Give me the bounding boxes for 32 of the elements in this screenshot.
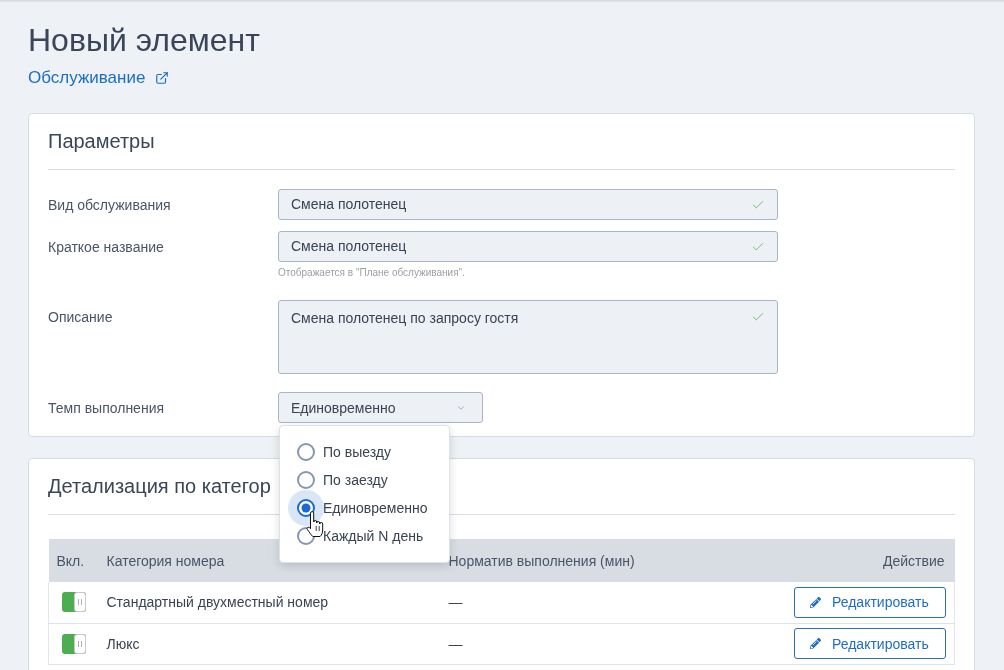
card-title: Детализация по категор bbox=[48, 474, 271, 498]
column-header: Вкл. bbox=[56, 552, 85, 569]
radio-option[interactable]: По заезду bbox=[280, 466, 449, 494]
column-header: Норматив выполнения (мин) bbox=[448, 552, 635, 569]
radio-option[interactable]: Единовременно bbox=[280, 494, 449, 522]
select-field[interactable]: Единовременно bbox=[278, 392, 483, 423]
service-link[interactable]: Обслуживание bbox=[28, 68, 170, 88]
hand-pointer-icon bbox=[306, 511, 324, 538]
external-link-icon bbox=[155, 71, 170, 85]
edit-button[interactable]: Редактировать bbox=[794, 628, 946, 659]
card-title: Параметры bbox=[48, 129, 155, 153]
field-label: Описание bbox=[48, 309, 113, 325]
field-label: Краткое название bbox=[48, 239, 164, 255]
input-field[interactable]: Смена полотенец bbox=[278, 189, 778, 220]
table-cell: — bbox=[448, 594, 463, 611]
textarea-field[interactable]: Смена полотенец по запросу гостя bbox=[278, 300, 778, 374]
radio-option[interactable]: По выезду bbox=[280, 438, 449, 466]
table-cell: Люкс bbox=[106, 635, 140, 652]
toggle-switch[interactable] bbox=[62, 592, 86, 613]
pencil-icon bbox=[810, 596, 821, 608]
column-header: Действие bbox=[882, 552, 945, 569]
toggle-switch[interactable] bbox=[62, 633, 86, 654]
field-label: Вид обслуживания bbox=[48, 197, 171, 213]
table-cell: Стандартный двухместный номер bbox=[106, 594, 329, 611]
page-title: Новый элемент bbox=[28, 21, 260, 60]
edit-button[interactable]: Редактировать bbox=[794, 586, 946, 618]
column-header: Категория номера bbox=[106, 552, 225, 569]
pencil-icon bbox=[810, 638, 821, 649]
input-field[interactable]: Смена полотенец bbox=[278, 231, 778, 262]
field-label: Темп выполнения bbox=[48, 400, 165, 416]
table-cell: — bbox=[448, 635, 463, 652]
field-hint: Отображается в "Плане обслуживания". bbox=[278, 266, 465, 279]
